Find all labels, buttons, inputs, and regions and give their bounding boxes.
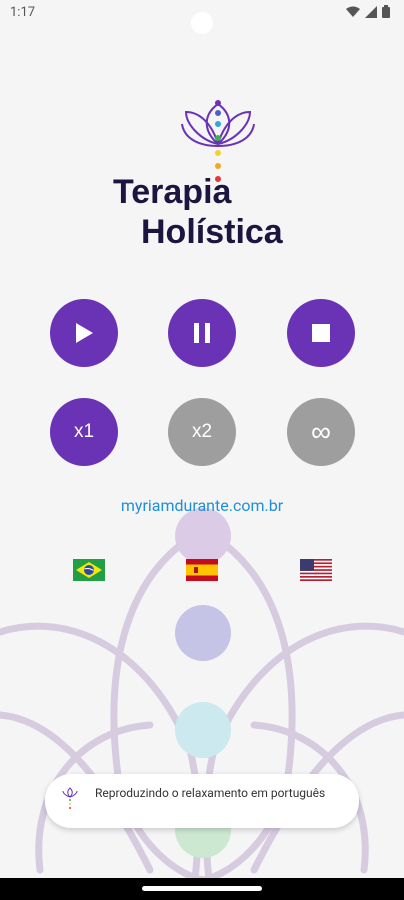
play-icon: [76, 323, 93, 343]
navigation-bar: [0, 878, 404, 900]
wifi-icon: [346, 6, 360, 17]
usa-flag-icon[interactable]: [300, 559, 332, 581]
pause-button[interactable]: [168, 299, 236, 367]
speed-x1-label: x1: [73, 421, 95, 442]
stop-icon: [312, 324, 330, 342]
spain-flag-icon[interactable]: [186, 559, 218, 581]
status-time: 1:17: [10, 5, 36, 20]
status-bar: 1:17: [0, 0, 404, 34]
logo-title-line1: Terapia: [113, 173, 232, 211]
loop-button[interactable]: ∞: [287, 398, 355, 466]
speed-x2-button[interactable]: x2: [168, 398, 236, 466]
pause-icon: [194, 323, 210, 343]
logo-title: Terapia Holística: [113, 172, 283, 252]
app-logo-icon: [62, 787, 78, 809]
battery-icon: [382, 5, 390, 18]
speed-x2-label: x2: [191, 421, 213, 442]
play-button[interactable]: [50, 299, 118, 367]
status-icons: [346, 5, 390, 18]
stop-button[interactable]: [287, 299, 355, 367]
website-link[interactable]: myriamdurante.com.br: [0, 496, 404, 515]
infinity-icon: ∞: [311, 416, 331, 447]
camera-cutout: [191, 12, 213, 34]
brazil-flag-icon[interactable]: [73, 559, 105, 581]
home-gesture-handle[interactable]: [142, 886, 262, 891]
toast-message: Reproduzindo o relaxamento em português: [95, 786, 326, 800]
signal-icon: [365, 5, 377, 18]
toast-notification: Reproduzindo o relaxamento em português: [45, 774, 359, 828]
speed-x1-button[interactable]: x1: [50, 398, 118, 466]
logo-title-line2: Holística: [141, 213, 283, 251]
